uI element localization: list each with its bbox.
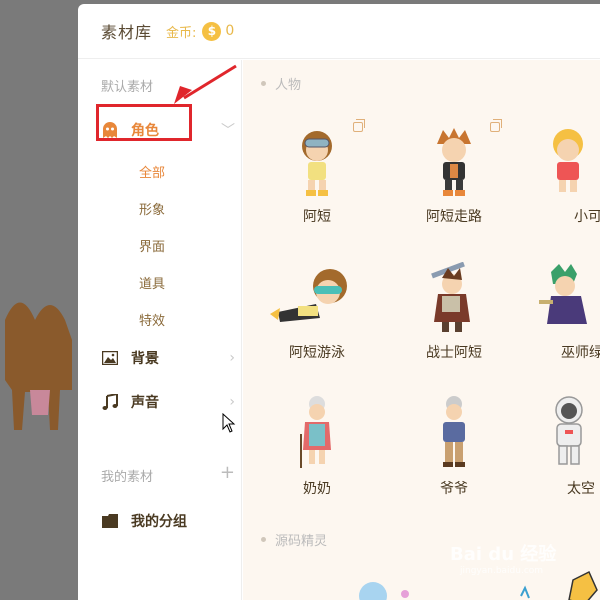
character-name: 奶奶: [303, 481, 331, 497]
sub-item-all[interactable]: 全部: [139, 162, 165, 181]
annotation-arrow-icon: [174, 64, 237, 104]
sidebar-item-label: 声音: [131, 395, 159, 411]
modal-title: 素材库: [101, 23, 153, 42]
character-name: 阿短: [303, 209, 331, 225]
image-icon: [101, 349, 119, 367]
sub-item-interface[interactable]: 界面: [139, 236, 165, 255]
character-thumbnail: [404, 390, 504, 470]
sub-item-image[interactable]: 形象: [139, 199, 165, 218]
character-thumbnail: [267, 118, 367, 198]
character-name: 阿短游泳: [289, 345, 345, 361]
modal-header: 素材库 金币: $ 0: [78, 4, 600, 59]
group-title-label: 源码精灵: [275, 534, 328, 549]
character-thumbnail: [543, 118, 600, 198]
coin-count: 0: [225, 23, 235, 39]
character-thumbnail: [267, 390, 367, 470]
my-assets-label: 我的素材: [101, 470, 154, 485]
character-thumbnail: [547, 390, 600, 470]
sidebar-item-background[interactable]: 背景 ›: [101, 343, 241, 373]
chevron-right-icon: ›: [229, 350, 235, 366]
character-card[interactable]: 阿短游泳: [249, 254, 385, 374]
character-thumbnail: [537, 254, 600, 334]
asset-grid: 人物 阿短 阿短走路 小可 阿短游泳 战士阿短 巫师绿 奶奶 爷爷 太空 源码精…: [243, 60, 600, 600]
character-name: 小可: [574, 209, 600, 225]
default-assets-label: 默认素材: [101, 80, 154, 95]
chevron-down-icon: ﹀: [221, 123, 235, 139]
character-name: 战士阿短: [426, 345, 482, 361]
coin-label: 金币:: [166, 25, 197, 41]
group-title-label: 人物: [275, 78, 302, 93]
character-card[interactable]: 阿短: [249, 118, 385, 238]
character-card[interactable]: 巫师绿: [523, 254, 600, 374]
mouse-cursor-icon: [222, 413, 236, 433]
character-card[interactable]: 太空: [523, 390, 600, 510]
sidebar-item-label: 背景: [131, 351, 159, 367]
add-icon[interactable]: +: [220, 462, 235, 483]
character-card[interactable]: 小可: [523, 118, 600, 238]
character-thumbnail: [404, 118, 504, 198]
watermark: Bai du 经验 jingyan.baidu.com: [450, 540, 556, 576]
character-card[interactable]: 战士阿短: [386, 254, 522, 374]
character-card[interactable]: 爷爷: [386, 390, 522, 510]
watermark-brand: Bai du 经验: [450, 544, 557, 565]
character-card[interactable]: 阿短走路: [386, 118, 522, 238]
highlight-box: [96, 104, 192, 141]
coin-icon: $: [202, 21, 222, 41]
chevron-right-icon: ›: [229, 394, 235, 410]
bullet-dot: [261, 81, 266, 86]
character-name: 爷爷: [440, 481, 468, 497]
folder-icon: [101, 512, 119, 530]
character-thumbnail: [261, 254, 371, 334]
sub-item-props[interactable]: 道具: [139, 273, 165, 292]
bullet-dot: [261, 537, 266, 542]
group-title-people: 人物: [261, 74, 301, 93]
sidebar-item-label: 我的分组: [131, 514, 187, 530]
character-thumbnail: [404, 254, 504, 334]
asset-library-modal: 素材库 金币: $ 0 默认素材 角色 ﹀ 全部 形象 界面 道具 特效 背景 …: [78, 4, 600, 600]
sidebar-item-sound[interactable]: 声音 ›: [101, 387, 241, 417]
sidebar-item-my-group[interactable]: 我的分组: [101, 506, 241, 536]
music-note-icon: [101, 393, 119, 411]
watermark-url: jingyan.baidu.com: [460, 566, 544, 576]
group-title-source-sprites: 源码精灵: [261, 530, 327, 549]
character-name: 阿短走路: [426, 209, 482, 225]
character-card[interactable]: 奶奶: [249, 390, 385, 510]
sub-item-effects[interactable]: 特效: [139, 310, 165, 329]
character-name: 巫师绿: [561, 345, 600, 361]
sidebar: 默认素材 角色 ﹀ 全部 形象 界面 道具 特效 背景 › 声音 › 我的素材 …: [78, 60, 242, 600]
character-name: 太空: [567, 481, 595, 497]
camel-sprite: [0, 290, 80, 450]
